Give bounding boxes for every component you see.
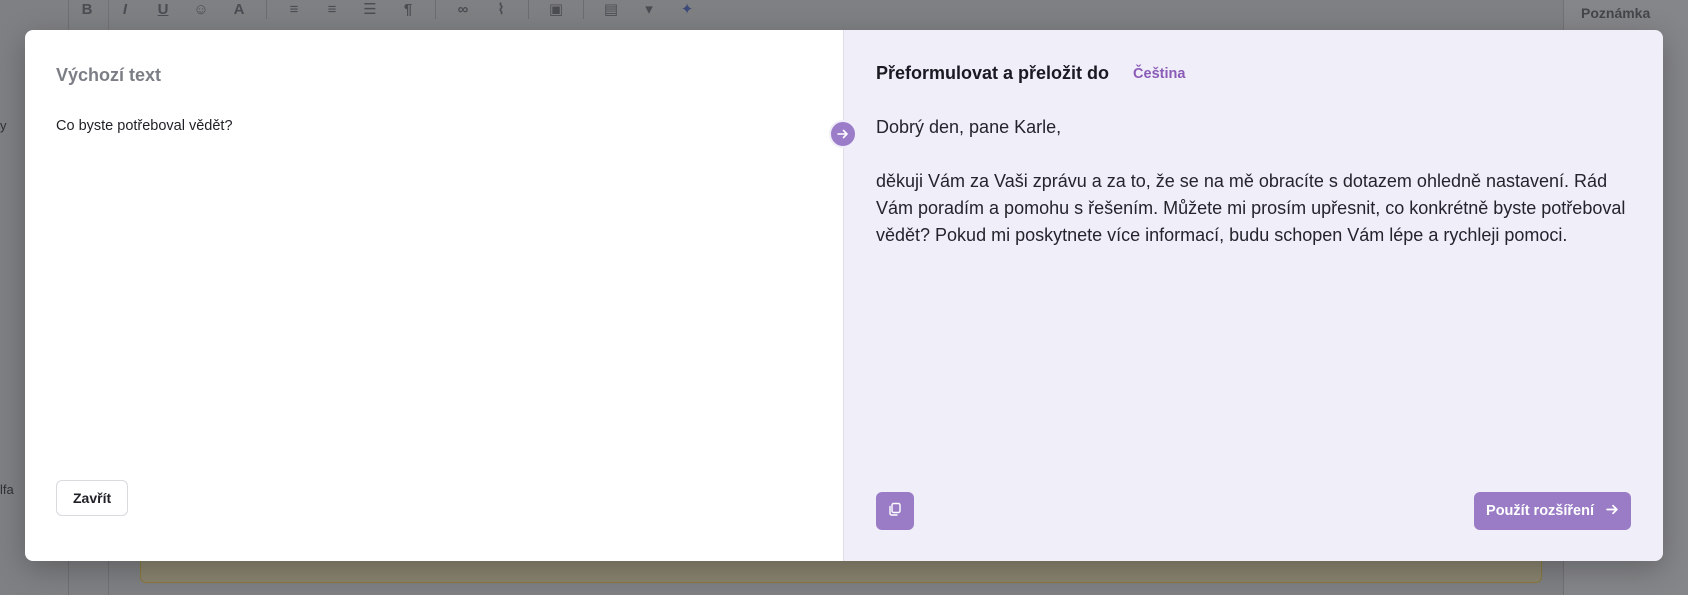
- apply-extension-button[interactable]: Použít rozšíření: [1474, 492, 1631, 530]
- arrow-right-icon: [1606, 503, 1619, 520]
- result-paragraph: Dobrý den, pane Karle,: [876, 117, 1062, 137]
- apply-label: Použít rozšíření: [1486, 503, 1594, 519]
- ordered-list-icon: ☰: [363, 1, 377, 18]
- side-panel-title: Poznámka: [1581, 5, 1651, 21]
- align-center-icon: ≡: [327, 0, 337, 18]
- background-text: lfa: [0, 482, 14, 497]
- result-header: Přeformulovat a přeložit do Čeština: [876, 63, 1185, 84]
- toolbar-divider: [266, 0, 267, 19]
- arrow-right-icon: [829, 120, 857, 148]
- toolbar-divider: [435, 0, 436, 19]
- source-pane: Výchozí text Co byste potřeboval vědět? …: [25, 30, 844, 561]
- background-text: y: [0, 118, 7, 133]
- copy-button[interactable]: [876, 492, 914, 530]
- underline-icon: U: [157, 0, 169, 18]
- table-icon: ▤: [603, 1, 619, 18]
- attachment-icon: ⌇: [497, 1, 505, 18]
- italic-icon: I: [122, 0, 128, 18]
- source-title: Výchozí text: [56, 65, 162, 85]
- paragraph-icon: ¶: [403, 0, 413, 18]
- align-left-icon: ≡: [289, 0, 299, 18]
- rephrase-translate-modal: Výchozí text Co byste potřeboval vědět? …: [25, 30, 1663, 561]
- result-title: Přeformulovat a přeložit do: [876, 63, 1110, 83]
- sparkle-icon: ✦: [680, 1, 694, 18]
- image-icon: ▣: [548, 1, 564, 18]
- link-icon: ∞: [457, 0, 469, 18]
- result-pane: Přeformulovat a přeložit do Čeština Dobr…: [844, 30, 1663, 561]
- toolbar-divider: [583, 0, 584, 19]
- copy-icon: [888, 502, 902, 521]
- emoji-icon: ☺: [193, 0, 209, 18]
- result-paragraph: děkuji Vám za Vaši zprávu a za to, že se…: [876, 171, 1626, 245]
- toolbar-divider: [528, 0, 529, 19]
- bold-icon: B: [81, 0, 93, 18]
- text-size-icon: A: [233, 0, 245, 18]
- close-button[interactable]: Zavřít: [56, 480, 129, 516]
- result-text: Dobrý den, pane Karle, děkuji Vám za Vaš…: [876, 114, 1636, 276]
- language-select[interactable]: Čeština: [1133, 66, 1185, 82]
- background-editor-toolbar: B I U ☺ A ≡ ≡ ☰ ¶ ∞ ⌇ ▣ ▤ ▾ ✦: [68, 0, 1548, 19]
- template-icon: ▾: [645, 1, 653, 18]
- source-text: Co byste potřeboval vědět?: [56, 118, 233, 134]
